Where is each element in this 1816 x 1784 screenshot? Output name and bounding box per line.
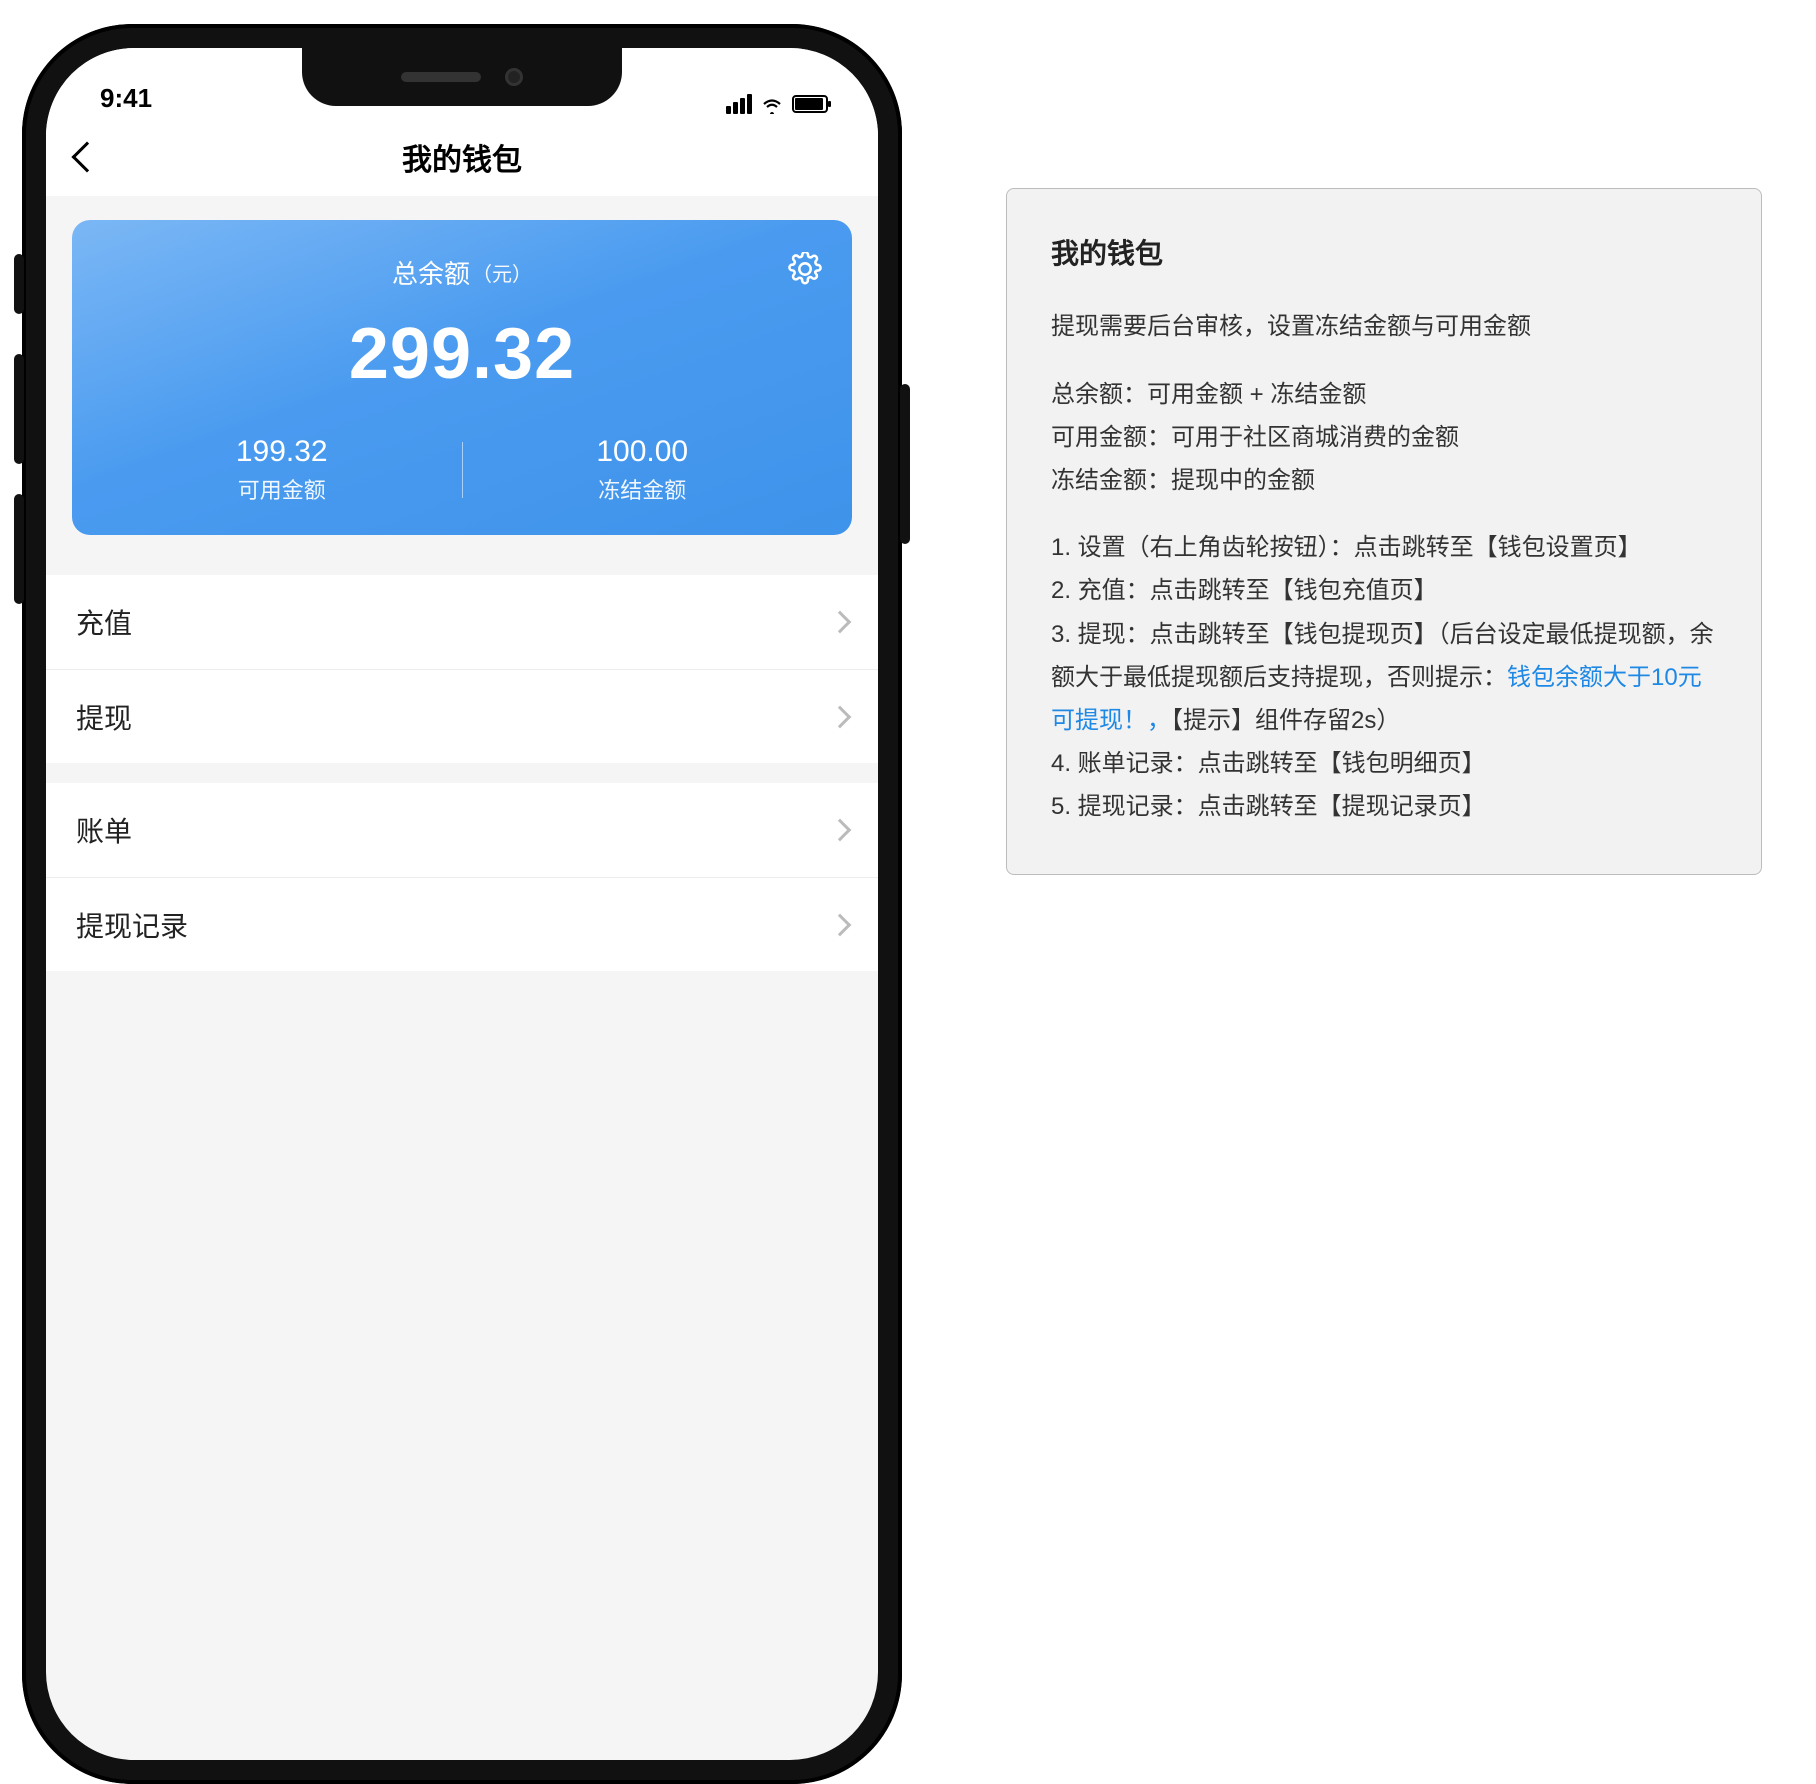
battery-icon [792,95,828,113]
balance-unit: （元） [472,258,532,287]
status-time: 9:41 [100,83,152,114]
side-button [900,384,910,544]
available-label: 可用金额 [102,473,462,505]
side-button [14,494,24,604]
wifi-icon [760,94,784,114]
annotation-text: 提现需要后台审核，设置冻结金额与可用金额 [1051,305,1717,348]
menu-bill[interactable]: 账单 [46,783,878,877]
annotation-text: 1. 设置（右上角齿轮按钮）：点击跳转至【钱包设置页】 [1051,526,1717,569]
side-button [14,254,24,314]
signal-icon [726,94,752,114]
annotation-text: 可用金额：可用于社区商城消费的金额 [1051,416,1717,459]
annotation-text: 总余额：可用金额 + 冻结金额 [1051,373,1717,416]
annotation-span: 【提示】组件存留2s） [1171,707,1400,734]
status-right [726,94,828,114]
camera-icon [505,68,523,86]
chevron-right-icon [829,819,852,842]
page-title: 我的钱包 [402,135,522,179]
menu-group-2: 账单 提现记录 [46,783,878,971]
nav-bar: 我的钱包 [46,118,878,196]
annotation-title: 我的钱包 [1051,229,1717,279]
menu-label: 提现记录 [76,905,188,945]
menu-withdraw-record[interactable]: 提现记录 [46,877,878,971]
menu-label: 账单 [76,810,132,850]
balance-split: 199.32 可用金额 100.00 冻结金额 [102,435,822,505]
balance-total: 299.32 [102,313,822,395]
menu-label: 提现 [76,697,132,737]
available-value: 199.32 [102,435,462,469]
annotation-text: 2. 充值：点击跳转至【钱包充值页】 [1051,569,1717,612]
annotation-text: 3. 提现：点击跳转至【钱包提现页】（后台设定最低提现额，余额大于最低提现额后支… [1051,613,1717,743]
back-icon[interactable] [71,141,102,172]
chevron-right-icon [829,611,852,634]
frozen-value: 100.00 [463,435,823,469]
annotation-text: 4. 账单记录：点击跳转至【钱包明细页】 [1051,742,1717,785]
chevron-right-icon [829,913,852,936]
balance-card: 总余额 （元） 299.32 199.32 可用金额 100.00 冻结金额 [72,220,852,535]
menu-group-1: 充值 提现 [46,575,878,763]
balance-available: 199.32 可用金额 [102,435,462,505]
chevron-right-icon [829,705,852,728]
spacer [46,763,878,783]
speaker [401,72,481,82]
side-button [14,354,24,464]
phone-frame: 9:41 我的钱包 总余额 （元） [22,24,902,1784]
spacer [46,196,878,220]
menu-withdraw[interactable]: 提现 [46,669,878,763]
gear-icon[interactable] [788,252,822,286]
spacer [46,535,878,575]
menu-recharge[interactable]: 充值 [46,575,878,669]
menu-label: 充值 [76,602,132,642]
annotation-panel: 我的钱包 提现需要后台审核，设置冻结金额与可用金额 总余额：可用金额 + 冻结金… [1006,188,1762,875]
frozen-label: 冻结金额 [463,473,823,505]
balance-frozen: 100.00 冻结金额 [463,435,823,505]
phone-screen: 9:41 我的钱包 总余额 （元） [46,48,878,1760]
balance-label: 总余额 [392,254,470,291]
balance-label-row: 总余额 （元） [102,254,822,291]
annotation-text: 5. 提现记录：点击跳转至【提现记录页】 [1051,785,1717,828]
annotation-text: 冻结金额：提现中的金额 [1051,459,1717,502]
phone-notch [302,48,622,106]
